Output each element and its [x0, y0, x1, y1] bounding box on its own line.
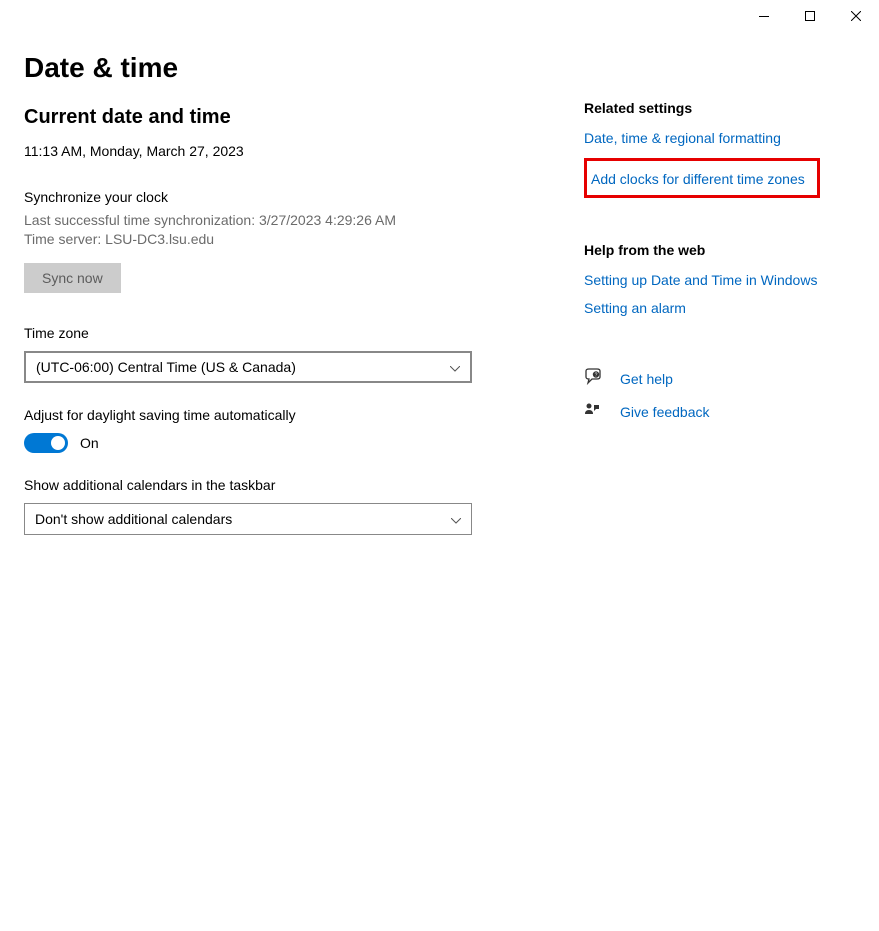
sync-heading: Synchronize your clock — [24, 189, 584, 205]
current-datetime-value: 11:13 AM, Monday, March 27, 2023 — [24, 143, 584, 159]
toggle-knob — [51, 436, 65, 450]
chevron-down-icon — [450, 359, 460, 375]
dst-state: On — [80, 435, 99, 451]
maximize-button[interactable] — [787, 0, 833, 32]
link-regional-formatting[interactable]: Date, time & regional formatting — [584, 130, 781, 146]
calendars-value: Don't show additional calendars — [35, 511, 232, 527]
svg-text:?: ? — [595, 372, 598, 378]
dst-label: Adjust for daylight saving time automati… — [24, 407, 584, 423]
chevron-down-icon — [451, 511, 461, 527]
give-feedback-icon — [584, 401, 602, 422]
calendars-label: Show additional calendars in the taskbar — [24, 477, 584, 493]
link-add-clocks[interactable]: Add clocks for different time zones — [591, 171, 805, 187]
dst-toggle[interactable] — [24, 433, 68, 453]
help-heading: Help from the web — [584, 242, 844, 258]
calendars-select[interactable]: Don't show additional calendars — [24, 503, 472, 535]
current-datetime-heading: Current date and time — [24, 106, 584, 129]
timezone-value: (UTC-06:00) Central Time (US & Canada) — [36, 359, 296, 375]
link-give-feedback[interactable]: Give feedback — [620, 404, 710, 420]
related-settings-heading: Related settings — [584, 100, 844, 116]
sync-last: Last successful time synchronization: 3/… — [24, 211, 584, 230]
link-help-datetime[interactable]: Setting up Date and Time in Windows — [584, 272, 817, 288]
highlight-annotation: Add clocks for different time zones — [584, 158, 820, 198]
sync-server: Time server: LSU-DC3.lsu.edu — [24, 230, 584, 249]
get-help-icon: ? — [584, 368, 602, 389]
timezone-select[interactable]: (UTC-06:00) Central Time (US & Canada) — [24, 351, 472, 383]
sync-now-button[interactable]: Sync now — [24, 263, 121, 293]
page-title: Date & time — [24, 52, 584, 84]
link-get-help[interactable]: Get help — [620, 371, 673, 387]
close-button[interactable] — [833, 0, 879, 32]
minimize-button[interactable] — [741, 0, 787, 32]
link-help-alarm[interactable]: Setting an alarm — [584, 300, 686, 316]
timezone-label: Time zone — [24, 325, 584, 341]
